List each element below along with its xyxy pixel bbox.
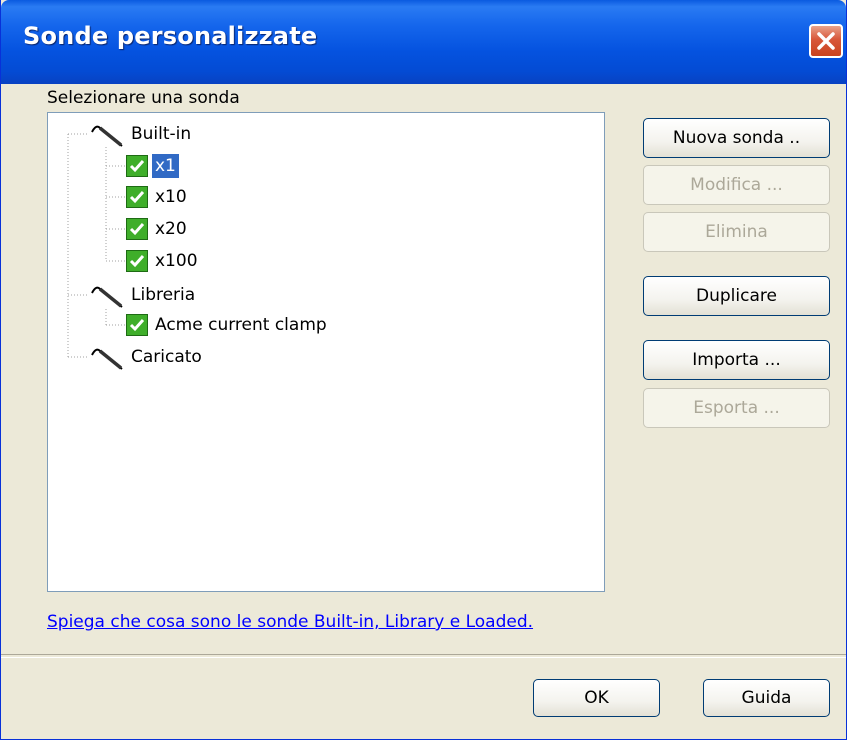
help-button[interactable]: Guida [703, 679, 830, 717]
tree-item-label: Acme current clamp [155, 315, 327, 335]
probe-icon [91, 125, 123, 147]
probe-icon [91, 286, 123, 308]
close-icon [817, 32, 835, 50]
check-icon [126, 155, 148, 177]
new-probe-button[interactable]: Nuova sonda .. [643, 118, 830, 158]
tree-item-label: x100 [155, 251, 198, 271]
ok-button[interactable]: OK [533, 679, 660, 717]
check-icon [126, 218, 148, 240]
footer-divider [1, 654, 846, 658]
help-link[interactable]: Spiega che cosa sono le sonde Built-in, … [47, 612, 533, 632]
check-icon [126, 250, 148, 272]
tree-item-x100[interactable]: x100 [126, 247, 201, 275]
tree-item-x1[interactable]: x1 [126, 152, 179, 180]
title-bar[interactable]: Sonde personalizzate [1, 0, 846, 84]
delete-button[interactable]: Elimina [643, 212, 830, 252]
tree-node-label: Libreria [131, 285, 196, 305]
tree-node-label: Built-in [131, 124, 192, 144]
probe-icon [91, 348, 123, 370]
dialog-window: Sonde personalizzate Selezionare una son… [0, 0, 847, 740]
tree-item-acme-current-clamp[interactable]: Acme current clamp [126, 311, 330, 339]
probe-list-label: Selezionare una sonda [47, 88, 240, 108]
tree-item-x10[interactable]: x10 [126, 183, 190, 211]
tree-node-libreria[interactable]: Libreria [88, 281, 198, 309]
edit-button[interactable]: Modifica ... [643, 165, 830, 205]
check-icon [126, 186, 148, 208]
tree-item-x20[interactable]: x20 [126, 215, 190, 243]
close-button[interactable] [809, 24, 843, 58]
tree-node-built-in[interactable]: Built-in [88, 120, 194, 148]
export-button[interactable]: Esporta ... [643, 388, 830, 428]
window-title: Sonde personalizzate [23, 22, 318, 50]
duplicate-button[interactable]: Duplicare [643, 276, 830, 316]
tree-node-caricato[interactable]: Caricato [88, 343, 205, 371]
tree-item-label: x20 [155, 219, 187, 239]
import-button[interactable]: Importa ... [643, 340, 830, 380]
tree-node-label: Caricato [131, 347, 202, 367]
probe-tree[interactable]: Built-in x1 x10 x20 x100 Libreria Acme c… [47, 112, 605, 592]
tree-item-label: x1 [152, 154, 179, 178]
tree-item-label: x10 [155, 187, 187, 207]
check-icon [126, 314, 148, 336]
